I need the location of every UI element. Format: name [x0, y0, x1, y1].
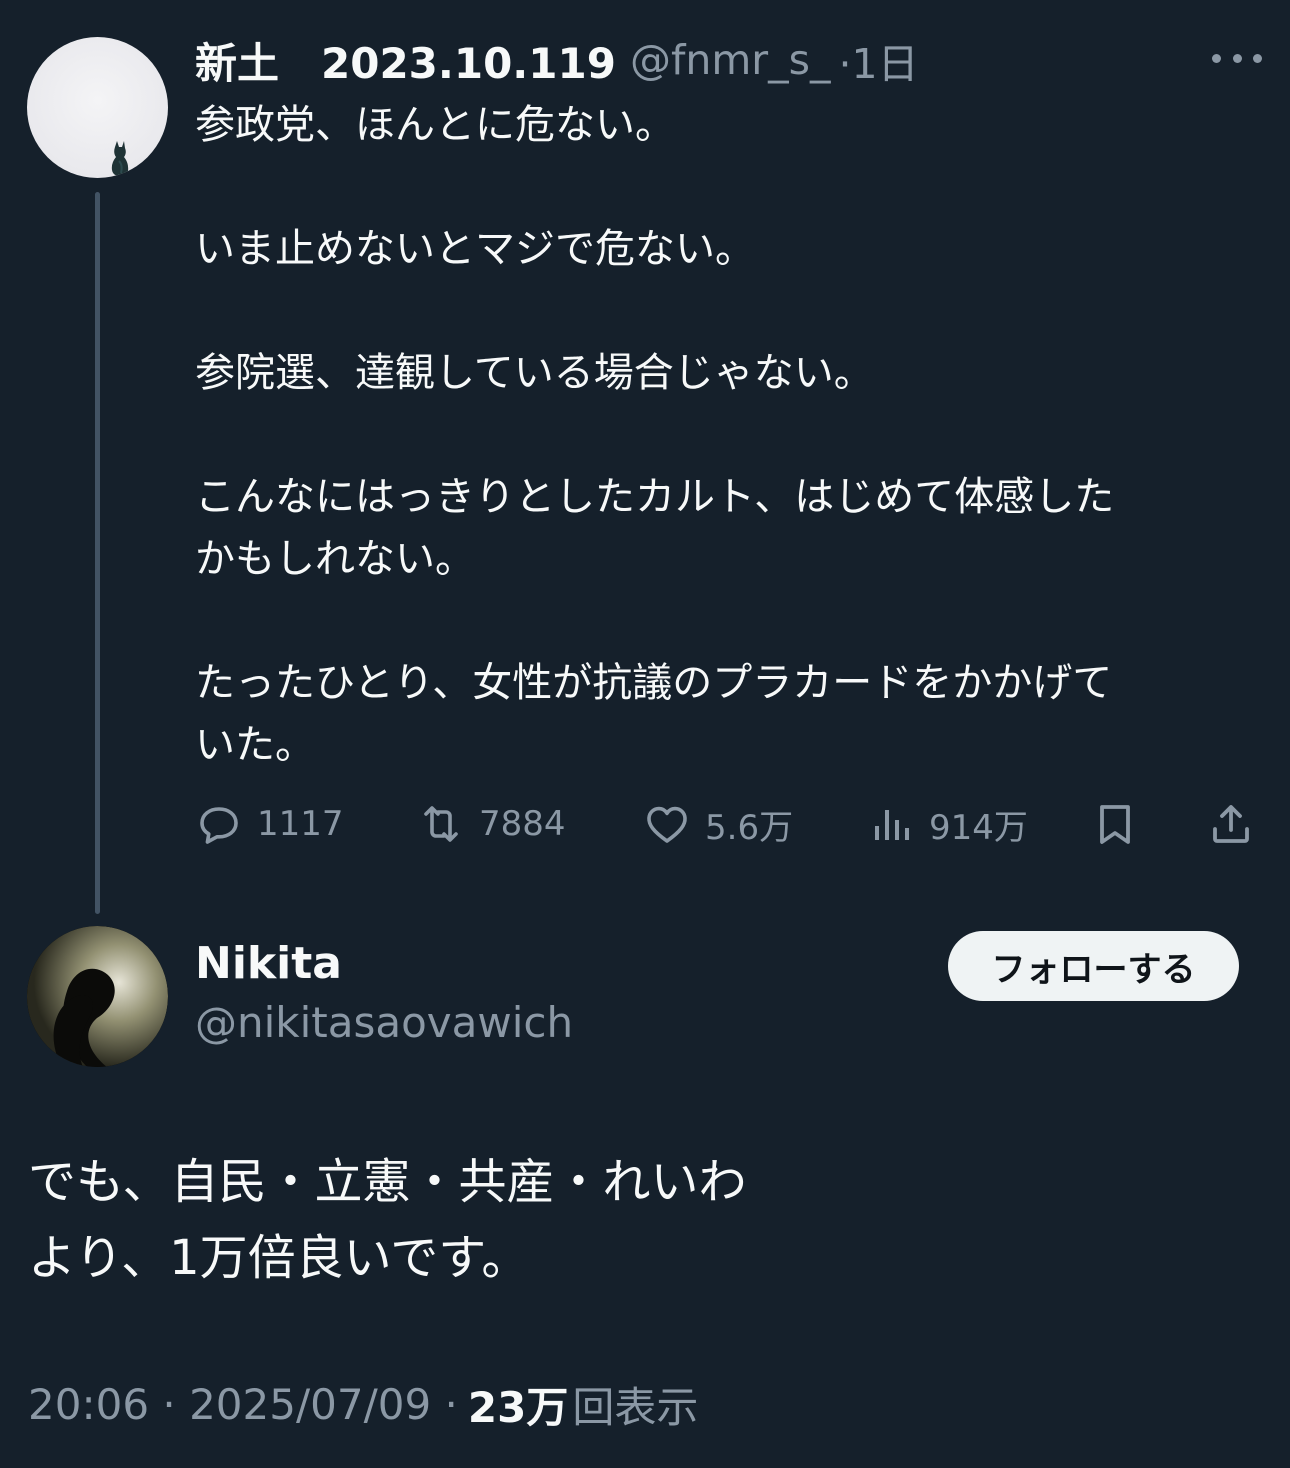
like-icon: [647, 806, 687, 843]
like-button[interactable]: 5.6万: [643, 796, 793, 852]
reply-line: より、1万倍良いです。: [28, 1230, 530, 1286]
post-paragraph: 参院選、達観している場合じゃない。: [195, 350, 874, 396]
post-timestamp[interactable]: 20:06 · 2025/07/09 ·: [28, 1380, 458, 1429]
reply-icon: [200, 807, 238, 844]
post-paragraph: たったひとり、女性が抗議のプラカードをかかげて: [195, 660, 1113, 706]
bookmark-button[interactable]: [1091, 796, 1139, 852]
share-button[interactable]: [1207, 796, 1255, 852]
share-icon: [1213, 805, 1249, 843]
reply-line: でも、自民・立憲・共産・れいわ: [28, 1154, 747, 1210]
bookmark-icon: [1100, 805, 1130, 844]
post-paragraph: こんなにはっきりとしたカルト、はじめて体感した: [195, 474, 1115, 520]
display-name[interactable]: 新土 2023.10.119: [195, 30, 616, 91]
fox-figure-icon: [111, 141, 129, 176]
follow-button[interactable]: フォローする: [948, 931, 1239, 1001]
reply-display-name[interactable]: Nikita: [195, 938, 342, 989]
retweet-count: 7884: [479, 804, 566, 844]
retweet-button[interactable]: 7884: [417, 796, 566, 852]
retweet-icon: [424, 806, 458, 842]
post-paragraph: いた。: [195, 722, 315, 768]
post-metadata: 20:06 · 2025/07/09 · 23万 回表示: [28, 1374, 698, 1435]
post-paragraph: いま止めないとマジで危ない。: [195, 226, 755, 272]
original-post-header: 新土 2023.10.119 @fnmr_s_ ·1日: [195, 32, 919, 88]
view-count: 914万: [929, 807, 1028, 848]
views-label: 回表示: [572, 1383, 699, 1432]
handle[interactable]: @fnmr_s_: [630, 36, 831, 84]
thread-connector-line: [95, 192, 100, 914]
more-icon[interactable]: [1212, 45, 1262, 71]
post-paragraph: かもしれない。: [195, 536, 475, 582]
reply-count: 1117: [257, 804, 344, 844]
post-paragraph: 参政党、ほんとに危ない。: [195, 102, 675, 148]
post-action-bar: 1117 7884 5.6万 914万: [195, 796, 1265, 852]
avatar-reply-post[interactable]: [27, 926, 168, 1067]
reply-post-text: でも、自民・立憲・共産・れいわ より、1万倍良いです。: [28, 1144, 1228, 1296]
views-icon: [875, 810, 909, 840]
abstract-swirl-icon: [27, 926, 168, 1067]
views-number: 23万: [467, 1383, 569, 1432]
reply-button[interactable]: 1117: [195, 796, 344, 852]
post-time[interactable]: ·1日: [839, 30, 919, 90]
views-button[interactable]: 914万: [867, 796, 1028, 852]
reply-handle[interactable]: @nikitasaovawich: [195, 998, 573, 1047]
avatar-original-post[interactable]: [27, 37, 168, 178]
original-post-text: 参政党、ほんとに危ない。 いま止めないとマジで危ない。 参院選、達観している場合…: [195, 94, 1245, 776]
like-count: 5.6万: [705, 807, 794, 848]
